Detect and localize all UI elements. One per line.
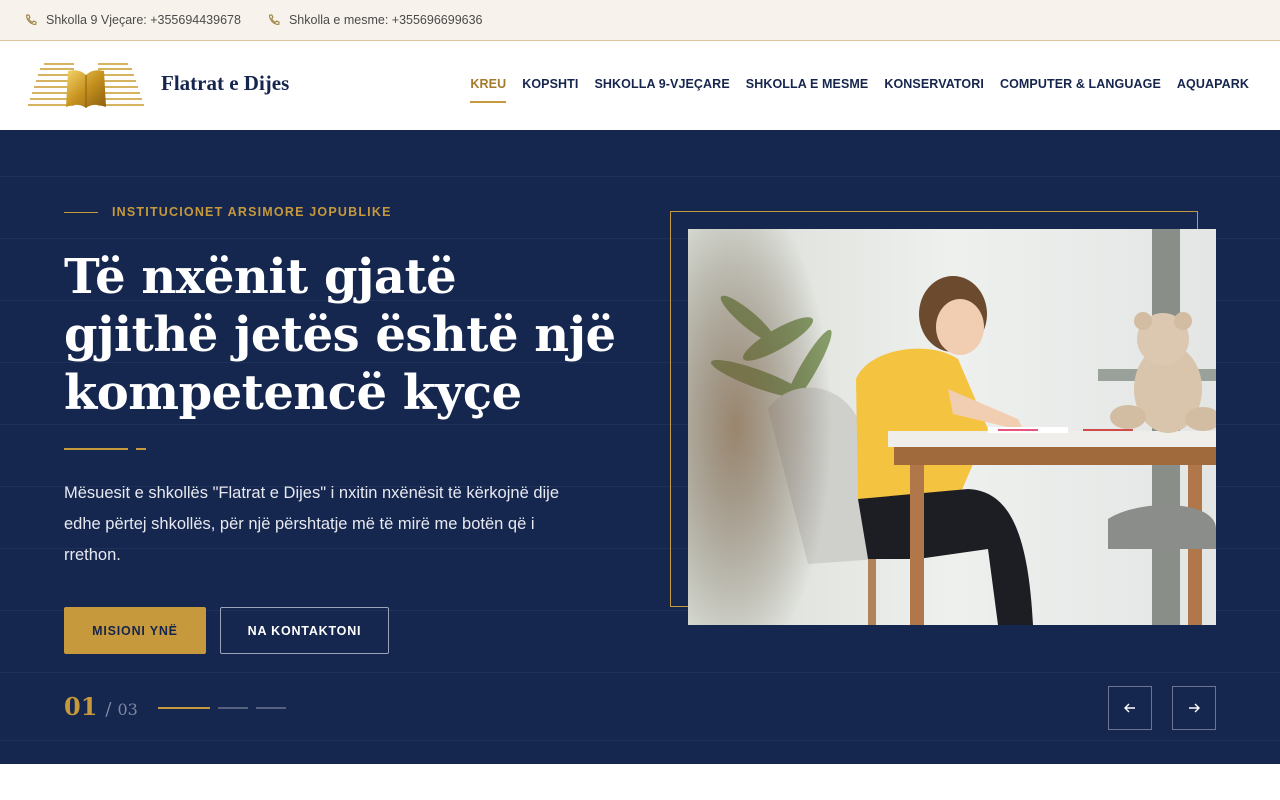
hero-headline: Të nxënit gjatë gjithë jetës është një k…	[64, 249, 616, 421]
slide-dot-3[interactable]	[256, 707, 286, 709]
nav-item-shkolla-e-mesme[interactable]: SHKOLLA E MESME	[746, 77, 869, 91]
contact-text: Shkolla 9 Vjeçare: +355694439678	[46, 13, 241, 27]
background-line	[0, 740, 1280, 741]
top-contact-bar: Shkolla 9 Vjeçare: +355694439678 Shkolla…	[0, 0, 1280, 41]
hero-lead-text: Mësuesit e shkollës "Flatrat e Dijes" i …	[64, 484, 560, 564]
eyebrow-text: INSTITUCIONET ARSIMORE JOPUBLIKE	[112, 205, 392, 219]
slide-pagination	[158, 707, 294, 709]
slide-dot-1[interactable]	[158, 707, 210, 709]
eyebrow-line	[64, 211, 98, 213]
prev-slide-button[interactable]	[1108, 686, 1152, 730]
slide-counter: 01 / 03	[64, 692, 138, 721]
mission-button[interactable]: MISIONI YNË	[64, 607, 206, 654]
arrow-left-icon	[1124, 703, 1135, 713]
slide-total: 03	[117, 700, 138, 719]
contact-text: Shkolla e mesme: +355696699636	[288, 13, 483, 27]
slide-current: 01	[64, 692, 98, 721]
main-nav: KREU KOPSHTI SHKOLLA 9-VJEÇARE SHKOLLA E…	[454, 77, 1249, 103]
nav-item-konservatori[interactable]: KONSERVATORI	[884, 77, 984, 91]
slide-dot-2[interactable]	[218, 707, 248, 709]
nav-item-aquapark[interactable]: AQUAPARK	[1177, 77, 1249, 91]
next-slide-button[interactable]	[1172, 686, 1216, 730]
background-line	[0, 176, 1280, 177]
brand-name[interactable]: Flatrat e Dijes	[161, 71, 289, 96]
hero-slider: INSTITUCIONET ARSIMORE JOPUBLIKE Të nxën…	[0, 130, 1280, 764]
nav-item-kreu[interactable]: KREU	[470, 77, 506, 103]
phone-icon	[269, 14, 280, 25]
contact-9-vjecare[interactable]: Shkolla 9 Vjeçare: +355694439678	[24, 13, 241, 27]
slide-separator: /	[105, 699, 112, 720]
nav-item-shkolla-9-vjecare[interactable]: SHKOLLA 9-VJEÇARE	[594, 77, 729, 91]
site-header: Flatrat e Dijes KREU KOPSHTI SHKOLLA 9-V…	[0, 41, 1280, 130]
background-line	[0, 672, 1280, 673]
contact-button[interactable]: NA KONTAKTONI	[220, 607, 389, 654]
nav-item-kopshti[interactable]: KOPSHTI	[522, 77, 578, 91]
phone-icon	[26, 14, 37, 25]
hero-photo	[688, 229, 1216, 625]
contact-e-mesme[interactable]: Shkolla e mesme: +355696699636	[267, 13, 483, 27]
hero-eyebrow: INSTITUCIONET ARSIMORE JOPUBLIKE	[64, 205, 392, 219]
girl-drawing-illustration	[688, 229, 1216, 625]
nav-item-computer-language[interactable]: COMPUTER & LANGUAGE	[1000, 77, 1161, 91]
arrow-right-icon	[1189, 703, 1200, 713]
book-logo-icon[interactable]	[26, 61, 146, 109]
